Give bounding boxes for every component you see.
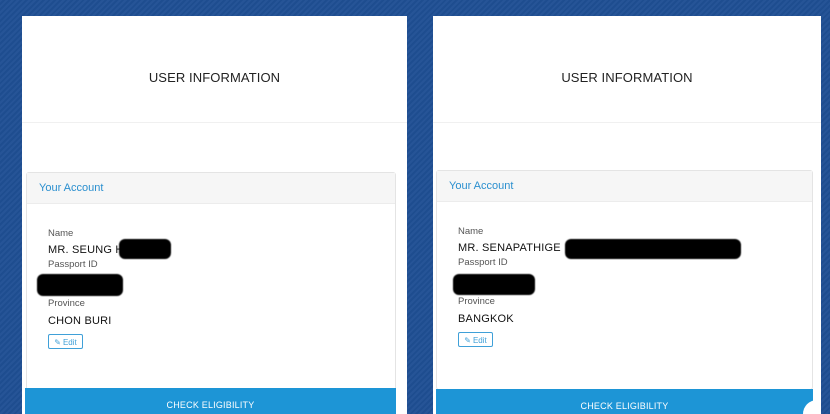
user-info-panel-left: USER INFORMATION Your Account Name MR. S… <box>22 16 407 414</box>
name-value: MR. SENAPATHIGE <box>458 242 561 254</box>
wechat-icon <box>707 370 734 388</box>
province-value: CHON BURI <box>48 315 112 327</box>
edit-button[interactable]: ✎ Edit <box>458 332 493 347</box>
watermark: 安全牛 <box>706 368 790 390</box>
edit-label: Edit <box>472 336 487 345</box>
check-eligibility-button[interactable]: CHECK ELIGIBILITY <box>25 388 396 414</box>
divider <box>433 122 821 123</box>
redaction-mark <box>37 274 123 296</box>
card-title: Your Account <box>437 171 812 202</box>
page-title: USER INFORMATION <box>148 70 281 85</box>
account-card: Your Account Name MR. SENAPATHIGE Passpo… <box>436 170 813 390</box>
account-card: Your Account Name MR. SEUNG HO CHOI Pass… <box>26 172 396 392</box>
card-title: Your Account <box>27 173 395 204</box>
page-title: USER INFORMATION <box>561 70 693 85</box>
passport-label: Passport ID <box>458 257 508 268</box>
province-value: BANGKOK <box>458 313 514 325</box>
user-info-panel-right: USER INFORMATION Your Account Name MR. S… <box>433 16 821 414</box>
passport-label: Passport ID <box>48 259 98 270</box>
redaction-mark <box>119 239 171 259</box>
province-label: Province <box>458 296 495 307</box>
province-label: Province <box>48 298 85 309</box>
redaction-mark <box>565 239 741 259</box>
redaction-mark <box>453 274 535 295</box>
edit-label: Edit <box>62 338 77 347</box>
name-label: Name <box>48 228 74 239</box>
name-label: Name <box>458 226 484 237</box>
edit-button[interactable]: ✎ Edit <box>48 334 83 349</box>
check-eligibility-button[interactable]: CHECK ELIGIBILITY <box>436 389 813 414</box>
pencil-icon: ✎ <box>464 336 471 345</box>
watermark-text: 安全牛 <box>742 373 791 390</box>
divider <box>22 122 407 123</box>
pencil-icon: ✎ <box>54 338 61 347</box>
